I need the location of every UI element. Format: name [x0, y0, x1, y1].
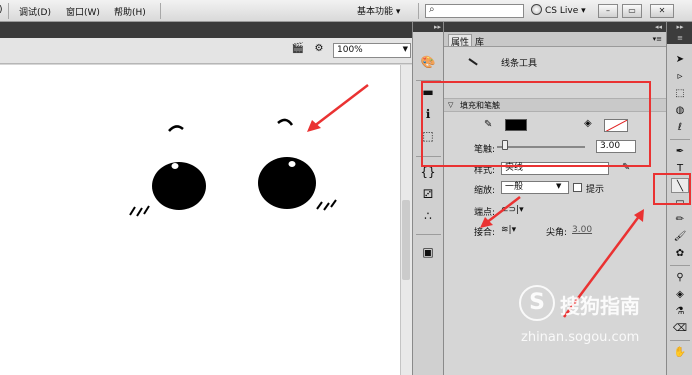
tools-separator	[670, 139, 690, 140]
edit-symbols-icon[interactable]: ⚙	[310, 43, 328, 59]
right-eye-highlight	[288, 161, 296, 167]
workspace-label: 基本功能	[357, 7, 394, 17]
minimize-button[interactable]: –	[598, 4, 618, 18]
subselection-tool-icon[interactable]: ▹	[671, 69, 689, 84]
menu-separator	[8, 3, 9, 19]
tools-separator	[670, 265, 690, 266]
highlight-box-line-tool	[653, 173, 691, 205]
cs-live-label: CS Live	[545, 6, 579, 16]
motion-presets-icon[interactable]: ∴	[420, 208, 436, 224]
sogou-logo: S	[519, 285, 555, 321]
pencil-tool-icon[interactable]: ✏	[671, 212, 689, 227]
color-panel-icon[interactable]: 🎨	[420, 54, 436, 70]
workspace-switcher[interactable]: 基本功能 ▾	[357, 4, 400, 17]
menu-help[interactable]: 帮助(H)	[114, 5, 146, 18]
left-eye-highlight	[171, 163, 179, 169]
restore-button[interactable]: ▭	[622, 4, 642, 18]
tools-separator	[670, 340, 690, 341]
chevron-down-icon: ▾	[395, 7, 401, 17]
right-eyebrow	[277, 118, 294, 126]
hand-tool-icon[interactable]: ✋	[671, 345, 689, 360]
menu-bar: ) 调试(D) 窗口(W) 帮助(H) 基本功能 ▾ ⌕ CS Live ▾ –…	[0, 0, 692, 22]
3d-rotation-tool-icon[interactable]: ◍	[671, 103, 689, 118]
history-panel-icon[interactable]: ▣	[420, 244, 436, 260]
edit-scene-icon[interactable]: 🎬	[289, 43, 307, 59]
collapsed-panel-dock: ▸▸ 🎨 ▬ ℹ ⬚ {} ⚂ ∴ ▣	[412, 22, 444, 375]
cs-live-icon	[531, 4, 542, 15]
highlight-box-fill-stroke	[421, 81, 651, 167]
tools-collapse-handle[interactable]: ▸▸ ≡	[667, 22, 692, 44]
menu-window[interactable]: 窗口(W)	[66, 5, 100, 18]
eraser-tool-icon[interactable]: ⌫	[671, 321, 689, 336]
selection-tool-icon[interactable]: ➤	[671, 52, 689, 67]
watermark-url: zhinan.sogou.com	[521, 330, 640, 345]
left-eyebrow	[168, 125, 184, 132]
properties-panel: ◂◂ 属性 库 ▾≡ 线条工具 ▽ 填充和笔触 ✎ ◈ 笔触: 3.00 样式:…	[444, 22, 666, 375]
dock-separator	[416, 234, 441, 235]
stage-drawing	[129, 84, 369, 217]
cs-live-button[interactable]: CS Live ▾	[531, 4, 586, 16]
brush-tool-icon[interactable]: 🖌	[671, 229, 689, 244]
pen-tool-icon[interactable]: ✒	[671, 144, 689, 159]
stage-canvas[interactable]	[0, 65, 400, 375]
annotation-arrow	[312, 84, 369, 128]
right-eye	[258, 157, 316, 209]
zoom-value: 100%	[337, 45, 363, 55]
watermark-brand: 搜狗指南	[560, 294, 640, 318]
chevron-down-icon: ▼	[402, 45, 408, 53]
lasso-tool-icon[interactable]: ℓ	[671, 120, 689, 135]
free-transform-tool-icon[interactable]: ⬚	[671, 86, 689, 101]
help-search-input[interactable]: ⌕	[425, 4, 524, 18]
panel-annotations	[480, 196, 644, 318]
paint-bucket-tool-icon[interactable]: ◈	[671, 287, 689, 302]
left-eye	[152, 162, 206, 210]
close-button[interactable]: ✕	[650, 4, 674, 18]
zoom-select[interactable]: 100% ▼	[333, 43, 411, 58]
eyedropper-tool-icon[interactable]: ⚗	[671, 304, 689, 319]
menu-edge: )	[0, 5, 3, 15]
menu-separator	[160, 3, 161, 19]
scroll-thumb[interactable]	[402, 200, 410, 280]
menu-debug[interactable]: 调试(D)	[19, 5, 51, 18]
deco-tool-icon[interactable]: ✿	[671, 246, 689, 261]
search-icon: ⌕	[429, 4, 435, 15]
menu-separator	[418, 3, 419, 19]
document-tab-bar	[0, 22, 412, 38]
bone-tool-icon[interactable]: ⚲	[671, 270, 689, 285]
dock-collapse-handle[interactable]: ▸▸	[413, 22, 443, 32]
document-toolbar: 🎬 ⚙ 100% ▼	[0, 38, 412, 64]
components-panel-icon[interactable]: ⚂	[420, 186, 436, 202]
